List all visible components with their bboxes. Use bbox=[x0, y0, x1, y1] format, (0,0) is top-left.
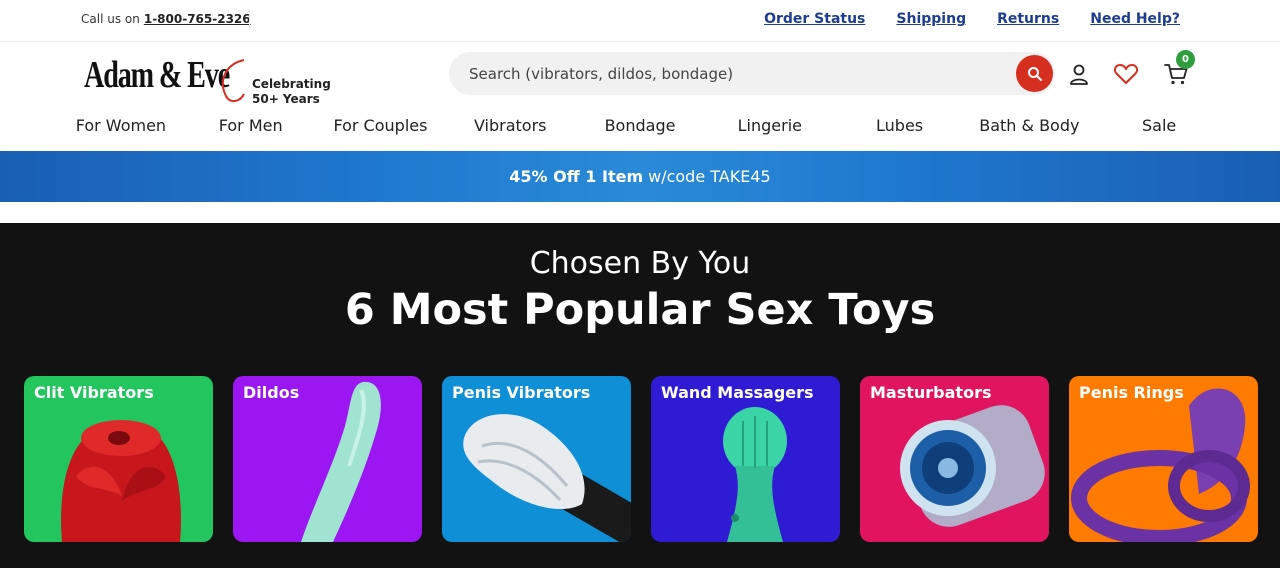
nav-item-bath-body[interactable]: Bath & Body bbox=[964, 106, 1094, 150]
nav-item-sale[interactable]: Sale bbox=[1094, 106, 1224, 150]
category-card-penis-rings[interactable]: Penis Rings bbox=[1069, 376, 1258, 542]
card-label: Penis Vibrators bbox=[452, 383, 591, 402]
category-card-masturbators[interactable]: Masturbators bbox=[860, 376, 1049, 542]
nav-item-for-women[interactable]: For Women bbox=[56, 106, 186, 150]
need-help-link[interactable]: Need Help? bbox=[1090, 11, 1180, 27]
order-status-link[interactable]: Order Status bbox=[764, 11, 865, 27]
nav-item-for-men[interactable]: For Men bbox=[186, 106, 316, 150]
site-header: Adam & Eve Celebrating 50+ Years Search … bbox=[0, 42, 1280, 106]
nav-item-lingerie[interactable]: Lingerie bbox=[705, 106, 835, 150]
phone-link[interactable]: 1-800-765-2326 bbox=[144, 12, 251, 26]
search-input[interactable] bbox=[469, 52, 1009, 95]
search-bar bbox=[449, 52, 1055, 95]
promo-code: w/code TAKE45 bbox=[648, 167, 771, 186]
wishlist-button[interactable] bbox=[1112, 60, 1140, 88]
main-nav: For Women For Men For Couples Vibrators … bbox=[56, 106, 1224, 150]
site-logo[interactable]: Adam & Eve Celebrating 50+ Years bbox=[84, 54, 334, 106]
card-label: Penis Rings bbox=[1079, 383, 1184, 402]
section-subtitle: Chosen By You bbox=[529, 246, 751, 281]
logo-wordmark: Adam & Eve bbox=[84, 54, 230, 96]
card-label: Wand Massagers bbox=[661, 383, 814, 402]
promo-offer: 45% Off 1 Item bbox=[509, 167, 644, 186]
card-label: Clit Vibrators bbox=[34, 383, 154, 402]
nav-item-bondage[interactable]: Bondage bbox=[575, 106, 705, 150]
category-card-dildos[interactable]: Dildos bbox=[233, 376, 422, 542]
search-button[interactable] bbox=[1016, 55, 1053, 92]
logo-tagline-line2: 50+ Years bbox=[252, 92, 320, 106]
card-label: Masturbators bbox=[870, 383, 992, 402]
cart-button[interactable]: 0 bbox=[1162, 50, 1195, 88]
nav-item-for-couples[interactable]: For Couples bbox=[316, 106, 446, 150]
category-card-penis-vibrators[interactable]: Penis Vibrators bbox=[442, 376, 631, 542]
utility-links: Order Status Shipping Returns Need Help? bbox=[764, 11, 1180, 27]
category-card-clit-vibrators[interactable]: Clit Vibrators bbox=[24, 376, 213, 542]
logo-swoosh-icon bbox=[221, 59, 245, 102]
logo-tagline-line1: Celebrating bbox=[252, 77, 331, 91]
card-label: Dildos bbox=[243, 383, 300, 402]
call-us-label: Call us on bbox=[81, 12, 140, 26]
cart-count-badge: 0 bbox=[1176, 50, 1195, 69]
shipping-link[interactable]: Shipping bbox=[896, 11, 966, 27]
section-title: 6 Most Popular Sex Toys bbox=[344, 285, 936, 335]
category-card-wand-massagers[interactable]: Wand Massagers bbox=[651, 376, 840, 542]
heart-icon bbox=[1113, 64, 1139, 84]
search-icon bbox=[1027, 66, 1042, 81]
promo-banner[interactable]: 45% Off 1 Item w/code TAKE45 bbox=[0, 151, 1280, 202]
account-button[interactable] bbox=[1065, 60, 1093, 88]
user-icon bbox=[1070, 64, 1088, 85]
nav-item-vibrators[interactable]: Vibrators bbox=[445, 106, 575, 150]
nav-item-lubes[interactable]: Lubes bbox=[835, 106, 965, 150]
utility-bar: Call us on 1-800-765-2326 Order Status Sh… bbox=[0, 0, 1280, 42]
logo-tagline: Celebrating 50+ Years bbox=[252, 77, 331, 107]
call-us: Call us on 1-800-765-2326 bbox=[81, 12, 251, 26]
divider bbox=[249, 10, 250, 30]
popular-toys-section: Chosen By You 6 Most Popular Sex Toys Cl… bbox=[0, 223, 1280, 568]
returns-link[interactable]: Returns bbox=[997, 11, 1059, 27]
